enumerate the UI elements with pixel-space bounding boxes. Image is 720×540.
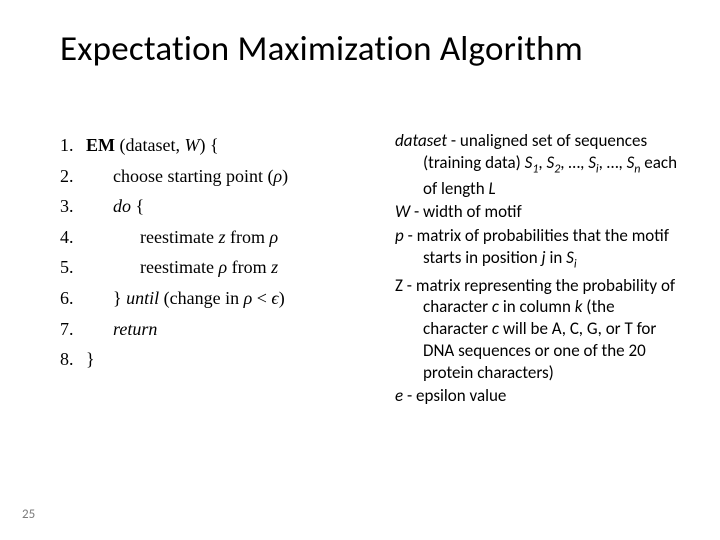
algo-line: 3. do { xyxy=(60,191,395,222)
algo-line-number: 4. xyxy=(60,222,86,253)
definition-term: e xyxy=(395,385,403,406)
slide: Expectation Maximization Algorithm 1.EM … xyxy=(0,0,720,540)
algo-line: 5. reestimate ρ from z xyxy=(60,252,395,283)
definition-entry: dataset - unaligned set of sequences (tr… xyxy=(395,130,680,199)
definition-entry: W - width of motif xyxy=(395,201,680,223)
algo-line-code: return xyxy=(86,314,157,345)
page-number: 25 xyxy=(22,507,35,522)
algo-line: 6. } until (change in ρ < ϵ) xyxy=(60,283,395,314)
algo-line-number: 2. xyxy=(60,161,86,192)
definition-desc: - epsilon value xyxy=(403,385,506,406)
definition-desc: - matrix representing the probability of… xyxy=(403,275,675,383)
algo-line-code: do { xyxy=(86,191,144,222)
definition-entry: e - epsilon value xyxy=(395,385,680,407)
definition-desc: - unaligned set of sequences (training d… xyxy=(423,130,677,199)
definition-desc: - matrix of probabilities that the motif… xyxy=(404,225,669,268)
algo-line-number: 3. xyxy=(60,191,86,222)
algo-line: 4. reestimate z from ρ xyxy=(60,222,395,253)
algo-line-number: 5. xyxy=(60,252,86,283)
algo-line-number: 6. xyxy=(60,283,86,314)
algo-line-code: } xyxy=(86,344,95,375)
definition-term: dataset xyxy=(395,130,447,151)
definition-term: Z xyxy=(395,275,403,296)
algo-line-number: 8. xyxy=(60,344,86,375)
definition-term: p xyxy=(395,225,404,246)
algo-line: 1.EM (dataset, W) { xyxy=(60,130,395,161)
algo-line-code: EM (dataset, W) { xyxy=(86,130,219,161)
algo-line-code: reestimate ρ from z xyxy=(86,252,278,283)
algo-line-code: } until (change in ρ < ϵ) xyxy=(86,283,285,314)
algo-line-number: 7. xyxy=(60,314,86,345)
algo-line-number: 1. xyxy=(60,130,86,161)
algo-line: 7. return xyxy=(60,314,395,345)
definitions-list: dataset - unaligned set of sequences (tr… xyxy=(395,130,680,480)
slide-body: 1.EM (dataset, W) {2. choose starting po… xyxy=(60,130,680,480)
slide-title: Expectation Maximization Algorithm xyxy=(60,28,680,70)
algo-line-code: choose starting point (ρ) xyxy=(86,161,288,192)
definition-entry: Z - matrix representing the probability … xyxy=(395,275,680,384)
algorithm-pseudocode: 1.EM (dataset, W) {2. choose starting po… xyxy=(60,130,395,480)
algo-line: 8.} xyxy=(60,344,395,375)
definition-entry: p - matrix of probabilities that the mot… xyxy=(395,225,680,273)
algo-line-code: reestimate z from ρ xyxy=(86,222,278,253)
algo-line: 2. choose starting point (ρ) xyxy=(60,161,395,192)
definition-term: W xyxy=(395,201,410,222)
definition-desc: - width of motif xyxy=(410,201,522,222)
